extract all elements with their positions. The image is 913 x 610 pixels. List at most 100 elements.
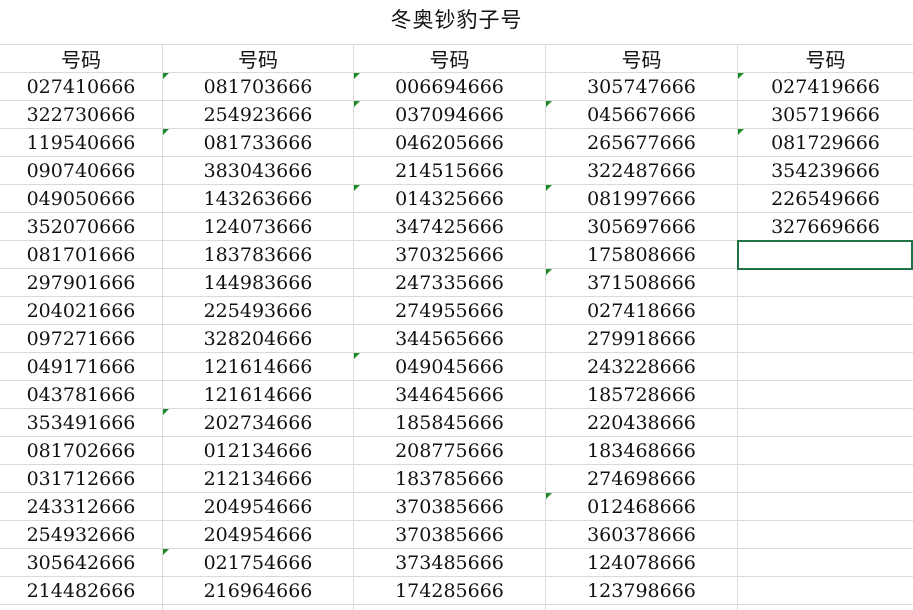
table-cell[interactable]: 097271666 [0, 325, 162, 353]
table-cell[interactable]: 225493666 [163, 297, 353, 325]
table-cell[interactable]: 373485666 [354, 549, 545, 577]
table-cell[interactable] [738, 465, 913, 493]
table-cell[interactable]: 202734666 [163, 409, 353, 437]
table-cell[interactable]: 049045666 [354, 353, 545, 381]
table-cell[interactable]: 305642666 [0, 549, 162, 577]
table-cell[interactable]: 081701666 [0, 241, 162, 269]
table-cell[interactable]: 370385666 [354, 493, 545, 521]
table-cell[interactable]: 344565666 [354, 325, 545, 353]
table-cell[interactable]: 214515666 [354, 157, 545, 185]
column-header[interactable]: 号码 [0, 44, 162, 73]
table-cell[interactable] [738, 493, 913, 521]
table-cell[interactable]: 183468666 [546, 437, 737, 465]
table-cell[interactable]: 322487666 [546, 157, 737, 185]
table-cell[interactable]: 305747666 [546, 73, 737, 101]
table-cell[interactable]: 214482666 [0, 577, 162, 605]
table-cell[interactable]: 383043666 [163, 157, 353, 185]
table-cell[interactable] [738, 353, 913, 381]
table-cell[interactable]: 247335666 [354, 269, 545, 297]
table-cell[interactable] [738, 577, 913, 605]
table-cell[interactable]: 254923666 [163, 101, 353, 129]
table-cell[interactable]: 185845666 [354, 409, 545, 437]
table-cell[interactable]: 305697666 [546, 213, 737, 241]
table-cell[interactable]: 031712666 [0, 465, 162, 493]
table-cell[interactable]: 371508666 [546, 269, 737, 297]
table-cell[interactable]: 243312666 [0, 493, 162, 521]
table-cell[interactable]: 174285666 [354, 577, 545, 605]
table-cell[interactable]: 012134666 [163, 437, 353, 465]
table-cell[interactable]: 121614666 [163, 381, 353, 409]
table-cell[interactable]: 226549666 [738, 185, 913, 213]
table-cell[interactable]: 081733666 [163, 129, 353, 157]
table-cell[interactable]: 352070666 [0, 213, 162, 241]
table-cell[interactable] [738, 325, 913, 353]
column-header[interactable]: 号码 [546, 44, 737, 73]
table-cell[interactable]: 204954666 [163, 521, 353, 549]
table-cell[interactable]: 344645666 [354, 381, 545, 409]
table-cell[interactable]: 124073666 [163, 213, 353, 241]
table-cell[interactable]: 081702666 [0, 437, 162, 465]
spreadsheet-grid[interactable]: 号码 027410666 322730666 119540666 090740666 04… [0, 44, 913, 610]
table-cell[interactable] [738, 549, 913, 577]
table-cell[interactable]: 279918666 [546, 325, 737, 353]
table-cell[interactable]: 119540666 [0, 129, 162, 157]
table-cell[interactable]: 021754666 [163, 549, 353, 577]
table-cell[interactable]: 185728666 [546, 381, 737, 409]
table-cell[interactable]: 081997666 [546, 185, 737, 213]
table-cell[interactable] [738, 269, 913, 297]
table-cell[interactable]: 049050666 [0, 185, 162, 213]
column-header[interactable]: 号码 [354, 44, 545, 73]
table-cell[interactable]: 212134666 [163, 465, 353, 493]
table-cell[interactable]: 081703666 [163, 73, 353, 101]
table-cell[interactable]: 370325666 [354, 241, 545, 269]
table-cell[interactable]: 274955666 [354, 297, 545, 325]
table-cell[interactable]: 328204666 [163, 325, 353, 353]
table-cell[interactable]: 370385666 [354, 521, 545, 549]
table-cell[interactable]: 027418666 [546, 297, 737, 325]
table-cell[interactable]: 049171666 [0, 353, 162, 381]
table-cell[interactable]: 043781666 [0, 381, 162, 409]
table-cell[interactable]: 123798666 [546, 577, 737, 605]
table-cell[interactable] [738, 381, 913, 409]
table-cell[interactable]: 006694666 [354, 73, 545, 101]
table-cell[interactable]: 014325666 [354, 185, 545, 213]
table-cell[interactable]: 143263666 [163, 185, 353, 213]
table-cell[interactable]: 183783666 [163, 241, 353, 269]
table-cell[interactable]: 208775666 [354, 437, 545, 465]
table-cell[interactable]: 144983666 [163, 269, 353, 297]
table-cell[interactable]: 175808666 [546, 241, 737, 269]
column-header[interactable]: 号码 [163, 44, 353, 73]
table-cell[interactable]: 347425666 [354, 213, 545, 241]
table-cell[interactable]: 243228666 [546, 353, 737, 381]
table-cell[interactable]: 360378666 [546, 521, 737, 549]
table-cell[interactable]: 220438666 [546, 409, 737, 437]
table-cell[interactable]: 274698666 [546, 465, 737, 493]
table-cell[interactable]: 046205666 [354, 129, 545, 157]
table-cell[interactable]: 027419666 [738, 73, 913, 101]
table-cell[interactable]: 090740666 [0, 157, 162, 185]
table-cell[interactable]: 204954666 [163, 493, 353, 521]
table-cell[interactable]: 204021666 [0, 297, 162, 325]
column-header[interactable]: 号码 [738, 44, 913, 73]
table-cell[interactable] [738, 437, 913, 465]
table-cell[interactable] [738, 521, 913, 549]
table-cell[interactable]: 216964666 [163, 577, 353, 605]
table-cell[interactable]: 037094666 [354, 101, 545, 129]
table-cell[interactable]: 353491666 [0, 409, 162, 437]
table-cell[interactable]: 124078666 [546, 549, 737, 577]
table-cell[interactable] [738, 297, 913, 325]
table-cell[interactable] [738, 409, 913, 437]
table-cell[interactable]: 354239666 [738, 157, 913, 185]
selected-cell[interactable] [737, 240, 913, 270]
table-cell[interactable]: 327669666 [738, 213, 913, 241]
table-cell[interactable]: 254932666 [0, 521, 162, 549]
table-cell[interactable]: 081729666 [738, 129, 913, 157]
table-cell[interactable]: 265677666 [546, 129, 737, 157]
table-cell[interactable]: 027410666 [0, 73, 162, 101]
table-cell[interactable]: 183785666 [354, 465, 545, 493]
table-cell[interactable]: 045667666 [546, 101, 737, 129]
table-cell[interactable]: 121614666 [163, 353, 353, 381]
table-cell[interactable]: 297901666 [0, 269, 162, 297]
table-cell[interactable]: 322730666 [0, 101, 162, 129]
table-cell[interactable]: 012468666 [546, 493, 737, 521]
